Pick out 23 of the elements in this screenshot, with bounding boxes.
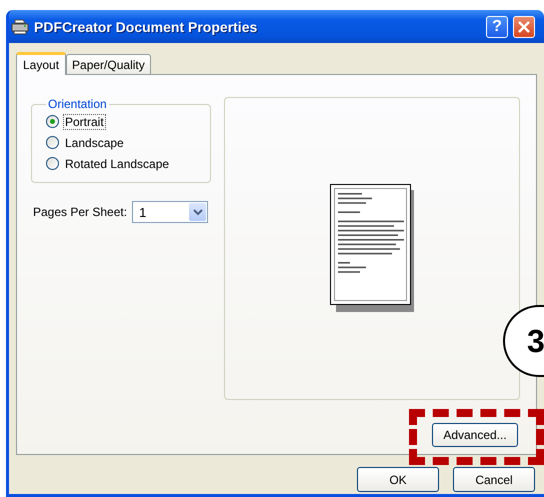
radio-label: Rotated Landscape: [64, 156, 170, 172]
field-label: Pages Per Sheet:: [33, 205, 128, 219]
radio-option[interactable]: Portrait: [46, 111, 106, 132]
advanced-button[interactable]: Advanced...: [432, 423, 518, 447]
radio-option[interactable]: Landscape: [46, 132, 126, 153]
tab[interactable]: Paper/Quality: [66, 54, 151, 74]
printer-icon: [11, 18, 29, 34]
radio-button[interactable]: [46, 157, 59, 170]
radio-button[interactable]: [46, 136, 59, 149]
close-icon: [518, 20, 530, 32]
group-label: Orientation: [47, 97, 108, 111]
radio-label: Landscape: [64, 134, 125, 150]
dialog-button[interactable]: Cancel: [453, 467, 535, 492]
tab[interactable]: Layout: [16, 52, 66, 75]
dropdown-value: 1: [138, 204, 146, 220]
close-button[interactable]: [513, 16, 535, 38]
pages-dropdown[interactable]: 1: [132, 201, 208, 223]
dialog-button[interactable]: OK: [357, 467, 439, 492]
help-button[interactable]: ?: [486, 16, 508, 38]
window-title: PDFCreator Document Properties: [34, 18, 258, 34]
radio-button[interactable]: [46, 115, 59, 128]
radio-label: Portrait: [63, 114, 106, 130]
radio-option[interactable]: Rotated Landscape: [46, 153, 172, 174]
